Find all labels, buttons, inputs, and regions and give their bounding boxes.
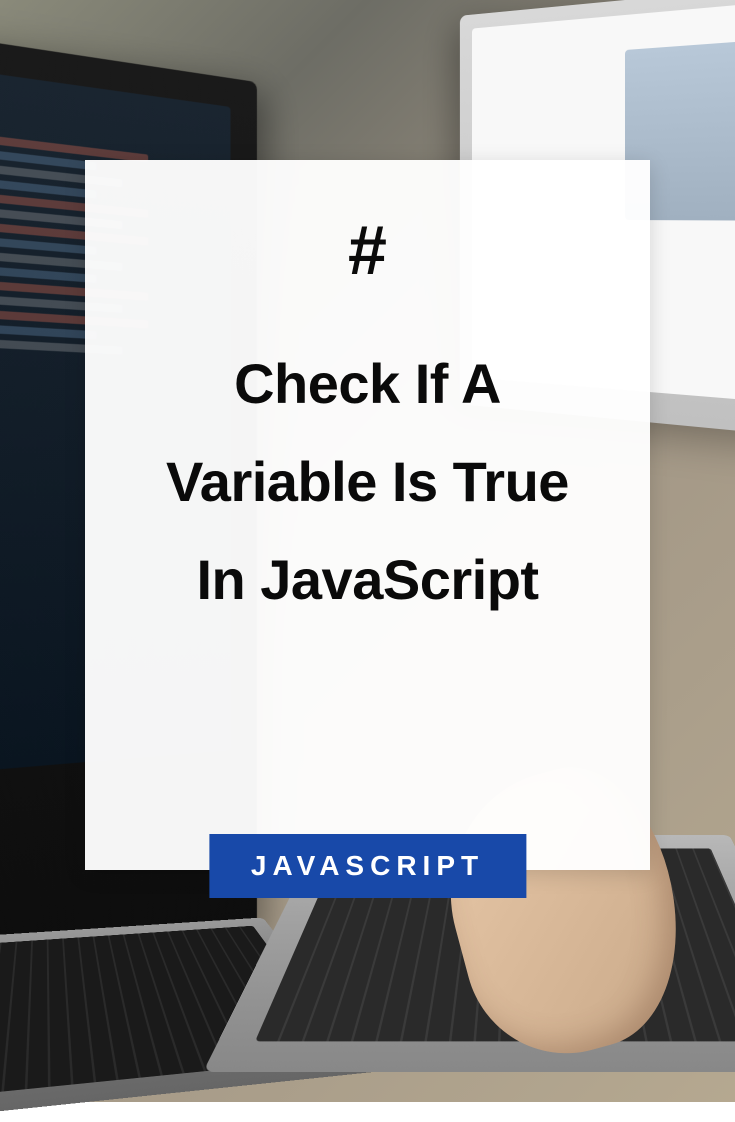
card-title: Check If A Variable Is True In JavaScrip… xyxy=(135,335,600,629)
hash-icon: # xyxy=(348,215,387,285)
content-card: # Check If A Variable Is True In JavaScr… xyxy=(85,160,650,870)
category-badge: JAVASCRIPT xyxy=(209,834,526,898)
